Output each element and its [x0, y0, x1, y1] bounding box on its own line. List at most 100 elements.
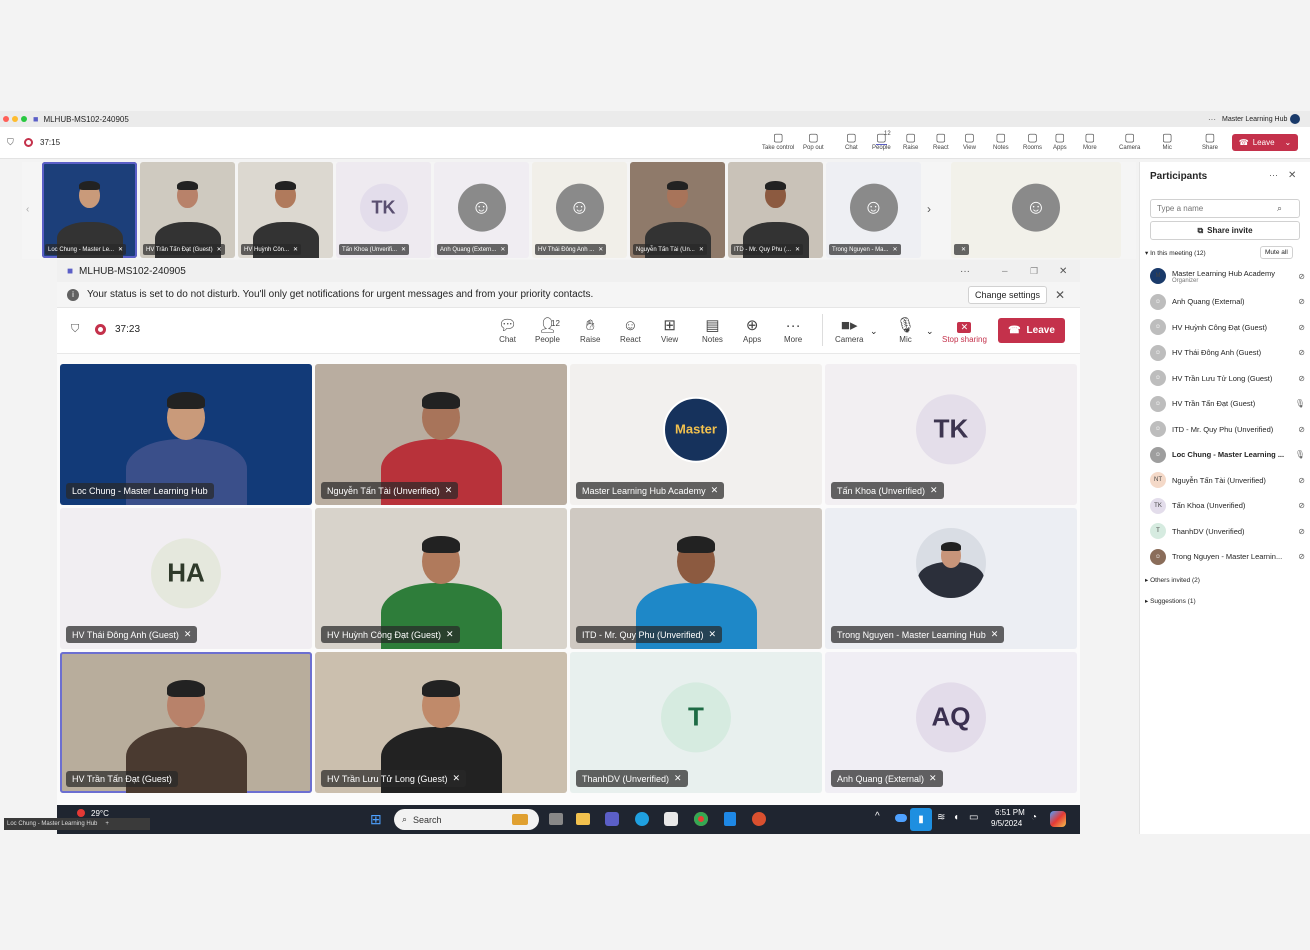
mic-off-icon[interactable]: ⊘ [1298, 501, 1305, 510]
in-meeting-header[interactable]: ▾ In this meeting (12) [1145, 249, 1206, 257]
more-icon[interactable]: ··· [1208, 115, 1216, 124]
powerpoint-icon[interactable] [752, 812, 766, 826]
task-view-icon[interactable] [549, 813, 563, 825]
mute-all-button[interactable]: Mute all [1260, 246, 1293, 259]
apps-button[interactable]: ⊕ Apps [743, 317, 761, 344]
participant-row[interactable]: TK Tấn Khoa (Unverified) ⊘ [1150, 495, 1305, 517]
participant-row[interactable]: ☺ Trong Nguyen - Master Learnin... ⊘ [1150, 546, 1305, 568]
participant-row[interactable]: ☺ HV Huỳnh Công Đạt (Guest) ⊘ [1150, 316, 1305, 338]
video-tile[interactable]: HV Trần Lưu Tử Long (Guest) ✕ [315, 652, 567, 793]
share-invite-button[interactable]: ⧉ Share invite [1150, 221, 1300, 240]
leave-button[interactable]: ☎ Leave [998, 318, 1065, 343]
more-icon[interactable]: ··· [1269, 170, 1278, 180]
mic-off-icon[interactable]: ⊘ [1298, 374, 1305, 383]
participant-row[interactable]: NT Nguyễn Tấn Tài (Unverified) ⊘ [1150, 469, 1305, 491]
filmstrip-tile[interactable]: HV Trần Tấn Đạt (Guest) ✕ [140, 162, 235, 258]
rooms-button[interactable]: ▢ Rooms [1023, 131, 1042, 151]
close-icon[interactable]: ✕ [1059, 266, 1067, 277]
mic-off-icon[interactable]: ⊘ [1298, 552, 1305, 561]
video-tile[interactable]: ITD - Mr. Quy Phu (Unverified) ✕ [570, 508, 822, 649]
battery-icon[interactable]: ▭ [969, 812, 978, 823]
more-button[interactable]: ··· More [784, 317, 802, 344]
raise-button[interactable]: ✋︎ Raise [580, 317, 600, 344]
mic-off-icon[interactable]: ⊘ [1298, 323, 1305, 332]
participant-row[interactable]: ☺ HV Trần Tấn Đạt (Guest) 🎙︎ [1150, 393, 1305, 415]
participant-row[interactable]: ☺ HV Trần Lưu Tử Long (Guest) ⊘ [1150, 367, 1305, 389]
stop-sharing-button[interactable]: ✕ Stop sharing [942, 317, 987, 344]
teams-icon[interactable] [605, 812, 619, 826]
mic-off-icon[interactable]: ⊘ [1298, 297, 1305, 306]
file-explorer-icon[interactable] [576, 813, 590, 825]
change-settings-button[interactable]: Change settings [968, 286, 1048, 304]
store-icon[interactable] [664, 812, 678, 826]
chrome-icon[interactable] [694, 812, 708, 826]
others-invited-header[interactable]: ▸ Others invited (2) [1145, 576, 1200, 584]
video-tile[interactable]: Trong Nguyen - Master Learning Hub ✕ [825, 508, 1077, 649]
filmstrip-tile[interactable]: ☺ ✕ [951, 162, 1121, 258]
chat-button[interactable]: 💬︎ Chat [498, 317, 517, 344]
video-tile[interactable]: TK Tấn Khoa (Unverified) ✕ [825, 364, 1077, 505]
volume-icon[interactable]: ◖ [953, 812, 959, 823]
close-banner-icon[interactable]: ✕ [1055, 288, 1065, 302]
video-tile[interactable]: Loc Chung - Master Learning Hub [60, 364, 312, 505]
chat-button[interactable]: ▢ Chat [845, 131, 858, 151]
chevron-up-icon[interactable]: ^ [875, 811, 880, 822]
filmstrip-tile[interactable]: Loc Chung - Master Le... ✕ [42, 162, 137, 258]
filmstrip-tile[interactable]: TK Tấn Khoa (Unverifi... ✕ [336, 162, 431, 258]
take-control-button[interactable]: ▢ Take control [762, 131, 794, 151]
notification-bell-icon[interactable]: ◔ [1031, 812, 1037, 823]
add-icon[interactable]: + [105, 821, 109, 827]
participant-search[interactable]: ⌕ [1150, 199, 1300, 218]
react-button[interactable]: ☺ React [620, 317, 641, 344]
mic-button[interactable]: ▢ Mic [1162, 131, 1172, 151]
chevron-right-icon[interactable]: › [927, 202, 931, 216]
mic-on-icon[interactable]: 🎙︎ [1295, 399, 1305, 408]
leave-button[interactable]: ☎ Leave ⌄ [1232, 134, 1298, 151]
people-button[interactable]: ▢ 12 People [872, 131, 891, 151]
taskbar-search[interactable]: ⌕ Search [394, 809, 539, 830]
apps-button[interactable]: ▢ Apps [1053, 131, 1067, 151]
windows-start-icon[interactable]: ⊞ [370, 811, 382, 828]
participant-row[interactable]: ☺ ITD - Mr. Quy Phu (Unverified) ⊘ [1150, 418, 1305, 440]
video-tile[interactable]: Master Master Learning Hub Academy ✕ [570, 364, 822, 505]
more-icon[interactable]: ··· [960, 266, 970, 277]
close-window-icon[interactable] [3, 116, 9, 122]
video-tile[interactable]: AQ Anh Quang (External) ✕ [825, 652, 1077, 793]
chevron-down-icon[interactable]: ⌄ [1285, 138, 1292, 147]
edge-icon[interactable] [635, 812, 649, 826]
video-tile[interactable]: HV Huỳnh Công Đạt (Guest) ✕ [315, 508, 567, 649]
react-button[interactable]: ▢ React [933, 131, 949, 151]
filmstrip-tile[interactable]: ITD - Mr. Quy Phu (... ✕ [728, 162, 823, 258]
zoom-window-icon[interactable] [21, 116, 27, 122]
share-button[interactable]: ▢ Share [1202, 131, 1218, 151]
filmstrip-tile[interactable]: ☺ Trong Nguyen - Ma... ✕ [826, 162, 921, 258]
restore-icon[interactable]: ❐ [1030, 266, 1038, 277]
participant-row[interactable]: ☺ HV Thái Đông Anh (Guest) ⊘ [1150, 342, 1305, 364]
filmstrip-tile[interactable]: ☺ HV Thái Đông Anh ... ✕ [532, 162, 627, 258]
camera-button[interactable]: ■▸ Camera [835, 317, 863, 344]
mic-off-icon[interactable]: ⊘ [1298, 348, 1305, 357]
camera-button[interactable]: ▢ Camera [1119, 131, 1140, 151]
minimize-icon[interactable]: – [1002, 266, 1008, 277]
suggestions-header[interactable]: ▸ Suggestions (1) [1145, 597, 1196, 605]
participant-row[interactable]: M Master Learning Hub Academy Organizer ⊘ [1150, 265, 1305, 287]
mic-button[interactable]: 🎙︎ Mic [896, 317, 915, 344]
chevron-down-icon[interactable]: ⌄ [870, 326, 878, 337]
mic-off-icon[interactable]: ⊘ [1298, 476, 1305, 485]
minimize-window-icon[interactable] [12, 116, 18, 122]
filmstrip-tile[interactable]: HV Huỳnh Côn... ✕ [238, 162, 333, 258]
video-tile[interactable]: HA HV Thái Đông Anh (Guest) ✕ [60, 508, 312, 649]
notes-button[interactable]: ▤ Notes [702, 317, 723, 344]
mic-active-icon[interactable]: ▮ [910, 808, 932, 831]
mic-off-icon[interactable]: ⊘ [1298, 425, 1305, 434]
participant-row[interactable]: ☺ Loc Chung - Master Learning ... 🎙︎ [1150, 444, 1305, 466]
onedrive-icon[interactable] [895, 814, 907, 822]
participant-search-input[interactable] [1157, 204, 1277, 213]
notes-button[interactable]: ▢ Notes [993, 131, 1009, 151]
copilot-icon[interactable] [1050, 811, 1066, 827]
filmstrip-tile[interactable]: Nguyễn Tấn Tài (Un... ✕ [630, 162, 725, 258]
pop-out-button[interactable]: ▢ Pop out [803, 131, 824, 151]
account-avatar[interactable] [1290, 114, 1300, 124]
close-icon[interactable]: ✕ [1288, 170, 1296, 181]
notepad-icon[interactable] [724, 812, 736, 826]
